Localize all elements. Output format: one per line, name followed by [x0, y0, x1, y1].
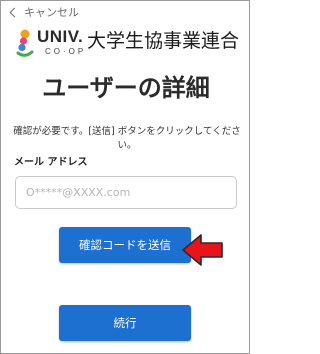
cancel-link[interactable]: キャンセル — [9, 5, 79, 19]
logo-coop: CO·OP — [45, 47, 87, 56]
email-label: メール アドレス — [14, 157, 88, 168]
page-title: ユーザーの詳細 — [42, 74, 210, 102]
red-arrow-icon — [182, 234, 223, 266]
cancel-label: キャンセル — [24, 6, 79, 19]
logo-brand: UNIV. — [37, 27, 84, 46]
email-field[interactable] — [15, 176, 237, 209]
page-description: 確認が必要です。[送信] ボタンをクリックしてください。 — [13, 126, 241, 151]
chevron-left-icon — [9, 7, 20, 17]
continue-button[interactable]: 続行 — [59, 305, 191, 341]
screen-frame: キャンセル UNIV. CO·OP 大学生協事業連合 ユーザーの詳細 確認が必要… — [0, 0, 250, 354]
coop-logo-mark-icon — [16, 29, 34, 57]
logo-organization: 大学生協事業連合 — [87, 30, 240, 52]
send-verification-code-button[interactable]: 確認コードを送信 — [59, 227, 191, 263]
univ-coop-logo: UNIV. CO·OP 大学生協事業連合 — [15, 27, 241, 61]
